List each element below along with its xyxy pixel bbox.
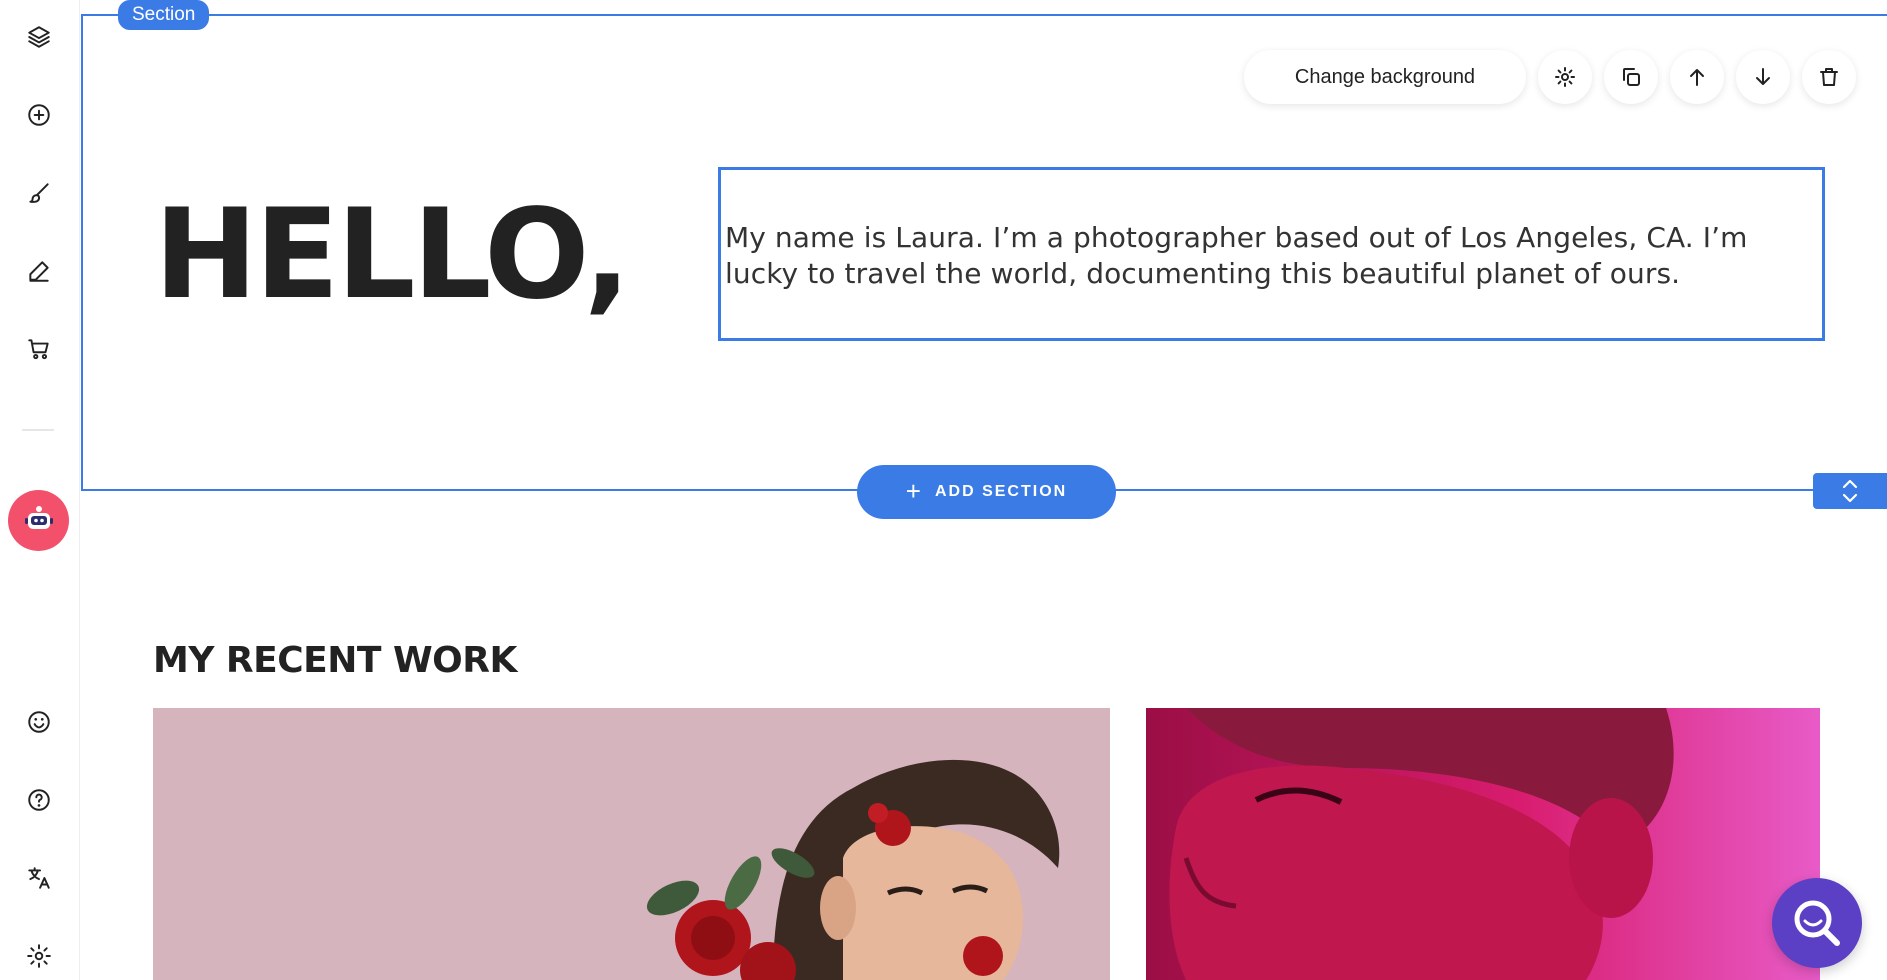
portfolio-photo-pink-portrait[interactable] [1146,708,1820,980]
move-section-up-button[interactable] [1670,50,1724,104]
selected-text-block[interactable]: My name is Laura. I’m a photographer bas… [718,167,1825,341]
left-sidebar [0,0,80,980]
sidebar-divider [22,429,54,431]
translate-icon[interactable] [20,859,58,897]
layers-icon[interactable] [20,18,58,56]
chevron-up-down-icon [1842,479,1858,503]
cart-icon[interactable] [20,330,58,368]
settings-icon[interactable] [20,937,58,975]
change-background-button[interactable]: Change background [1244,50,1526,104]
arrow-up-icon [1690,69,1704,86]
arrow-down-icon [1756,68,1770,85]
add-circle-icon[interactable] [20,96,58,134]
search-fab-button[interactable] [1772,878,1862,968]
add-section-label: ADD SECTION [934,483,1068,500]
brush-icon[interactable] [20,174,58,212]
section-settings-button[interactable] [1538,50,1592,104]
delete-section-button[interactable] [1802,50,1856,104]
search-icon [1794,900,1840,946]
move-section-down-button[interactable] [1736,50,1790,104]
hero-heading[interactable]: HELLO, [154,180,631,330]
gear-icon [1555,67,1575,87]
portfolio-photo-man-with-roses[interactable] [153,708,1110,980]
section-resize-handle[interactable] [1813,473,1887,509]
section-tag: Section [118,0,210,30]
duplicate-section-button[interactable] [1604,50,1658,104]
pen-icon[interactable] [20,252,58,290]
duplicate-icon [1623,68,1640,86]
recent-work-heading[interactable]: MY RECENT WORK [153,640,517,681]
trash-icon [1820,68,1838,86]
hero-body-text[interactable]: My name is Laura. I’m a photographer bas… [725,220,1822,292]
plus-icon: + [905,475,921,506]
smiley-icon[interactable] [20,703,58,741]
ai-assistant-robot-icon[interactable] [8,490,69,551]
add-section-button[interactable]: + ADD SECTION [857,465,1116,519]
help-icon[interactable] [20,781,58,819]
